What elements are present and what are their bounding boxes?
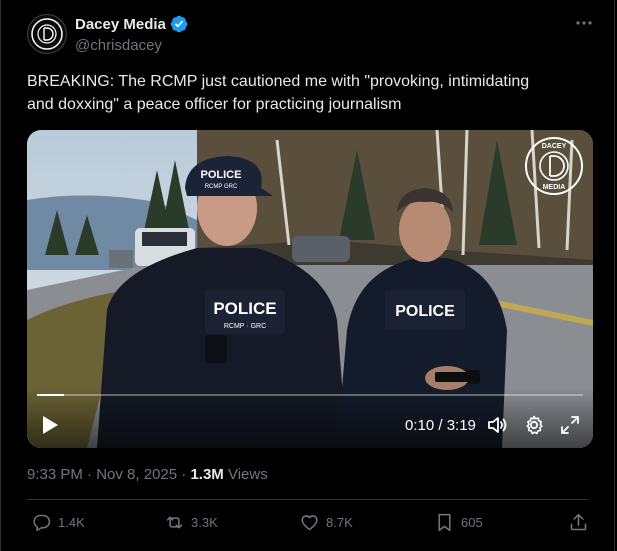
vest-label-right: POLICE bbox=[395, 303, 455, 320]
watermark-bottom: MEDIA bbox=[543, 184, 566, 191]
like-count: 8.7K bbox=[326, 515, 353, 530]
fullscreen-icon[interactable] bbox=[559, 414, 581, 436]
reply-button[interactable]: 1.4K bbox=[31, 512, 85, 533]
video-progress-fill bbox=[37, 394, 65, 396]
dacey-media-logo bbox=[31, 18, 63, 50]
author-name-row[interactable]: Dacey Media bbox=[75, 15, 188, 33]
cap-label: POLICE bbox=[201, 169, 242, 181]
repost-button[interactable]: 3.3K bbox=[164, 512, 218, 533]
video-controls-overlay bbox=[27, 388, 593, 448]
reply-icon bbox=[33, 514, 51, 532]
more-options-button[interactable] bbox=[573, 12, 595, 34]
bookmark-count: 605 bbox=[461, 515, 483, 530]
author-handle[interactable]: @chrisdacey bbox=[75, 37, 162, 54]
volume-icon[interactable] bbox=[486, 414, 508, 436]
tweet-text-line: and doxxing" a peace officer for practic… bbox=[27, 96, 402, 113]
tweet-meta: 9:33 PM · Nov 8, 2025 · 1.3M Views bbox=[27, 466, 268, 483]
verified-badge-icon bbox=[170, 15, 188, 33]
video-time: 0:10 / 3:19 bbox=[405, 417, 476, 434]
tweet-text-line: BREAKING: The RCMP just cautioned me wit… bbox=[27, 73, 530, 90]
cap-sub: RCMP GRC bbox=[205, 184, 238, 190]
divider bbox=[27, 499, 588, 500]
watermark-top: DACEY bbox=[542, 143, 567, 150]
author-name[interactable]: Dacey Media bbox=[75, 16, 166, 33]
repost-icon bbox=[166, 516, 183, 529]
heart-icon bbox=[301, 515, 318, 531]
like-button[interactable]: 8.7K bbox=[299, 512, 353, 533]
avatar[interactable] bbox=[27, 14, 67, 54]
vest-label-left: POLICE bbox=[213, 299, 276, 318]
views-count: 1.3M bbox=[190, 466, 224, 483]
vest-sub-left: RCMP · GRC bbox=[224, 323, 266, 330]
tweet-card: Dacey Media @chrisdacey BREAKING: The RC… bbox=[0, 0, 615, 551]
tweet-date[interactable]: Nov 8, 2025 bbox=[96, 466, 177, 483]
bookmark-button[interactable]: 605 bbox=[434, 512, 483, 533]
tweet-time[interactable]: 9:33 PM bbox=[27, 466, 83, 483]
reply-count: 1.4K bbox=[58, 515, 85, 530]
views-label: Views bbox=[227, 466, 268, 483]
play-icon[interactable] bbox=[41, 415, 59, 435]
settings-gear-icon[interactable] bbox=[523, 414, 545, 436]
repost-count: 3.3K bbox=[191, 515, 218, 530]
share-button[interactable] bbox=[568, 512, 595, 533]
more-icon bbox=[576, 21, 592, 25]
share-icon bbox=[570, 513, 587, 531]
tweet-text: BREAKING: The RCMP just cautioned me wit… bbox=[27, 70, 587, 116]
video-player[interactable]: POLICE RCMP · GRC POLICE RCMP GRC POLICE… bbox=[27, 130, 593, 448]
meta-separator: · bbox=[87, 466, 97, 483]
video-progress-bar[interactable] bbox=[37, 394, 583, 396]
bookmark-icon bbox=[438, 513, 451, 532]
